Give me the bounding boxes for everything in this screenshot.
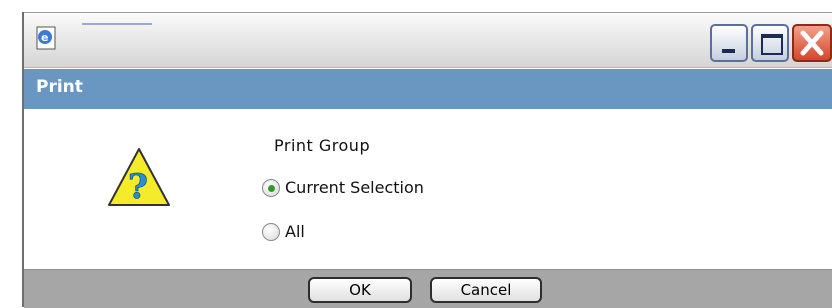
close-button[interactable] [792, 24, 832, 62]
option-all[interactable]: All [262, 222, 305, 241]
minimize-button[interactable] [710, 24, 748, 62]
dialog-footer: OK Cancel [24, 269, 832, 308]
minimize-icon [722, 49, 735, 53]
close-icon [800, 30, 824, 56]
option-label: All [285, 222, 305, 241]
ok-button[interactable]: OK [308, 277, 412, 303]
dialog-header: Print [24, 69, 832, 109]
option-current-selection[interactable]: Current Selection [262, 178, 424, 197]
svg-text:?: ? [128, 167, 148, 207]
window-titlebar[interactable]: e [24, 12, 832, 68]
radio-all[interactable] [262, 222, 280, 241]
title-text-placeholder [82, 23, 152, 25]
dialog-title: Print [36, 77, 83, 97]
dialog-content: ? Print Group Current Selection All [24, 109, 832, 269]
radio-selected-dot [268, 184, 275, 192]
cancel-button[interactable]: Cancel [430, 277, 542, 303]
option-label: Current Selection [285, 178, 424, 197]
maximize-button[interactable] [751, 24, 789, 62]
svg-text:e: e [41, 31, 48, 44]
print-dialog-window: e Print ? Print Group Current Selection … [22, 12, 832, 308]
radio-current-selection[interactable] [262, 178, 280, 197]
warning-question-icon: ? [108, 148, 170, 207]
print-group-label: Print Group [274, 136, 371, 155]
browser-app-icon: e [36, 26, 56, 50]
maximize-icon [761, 34, 783, 55]
